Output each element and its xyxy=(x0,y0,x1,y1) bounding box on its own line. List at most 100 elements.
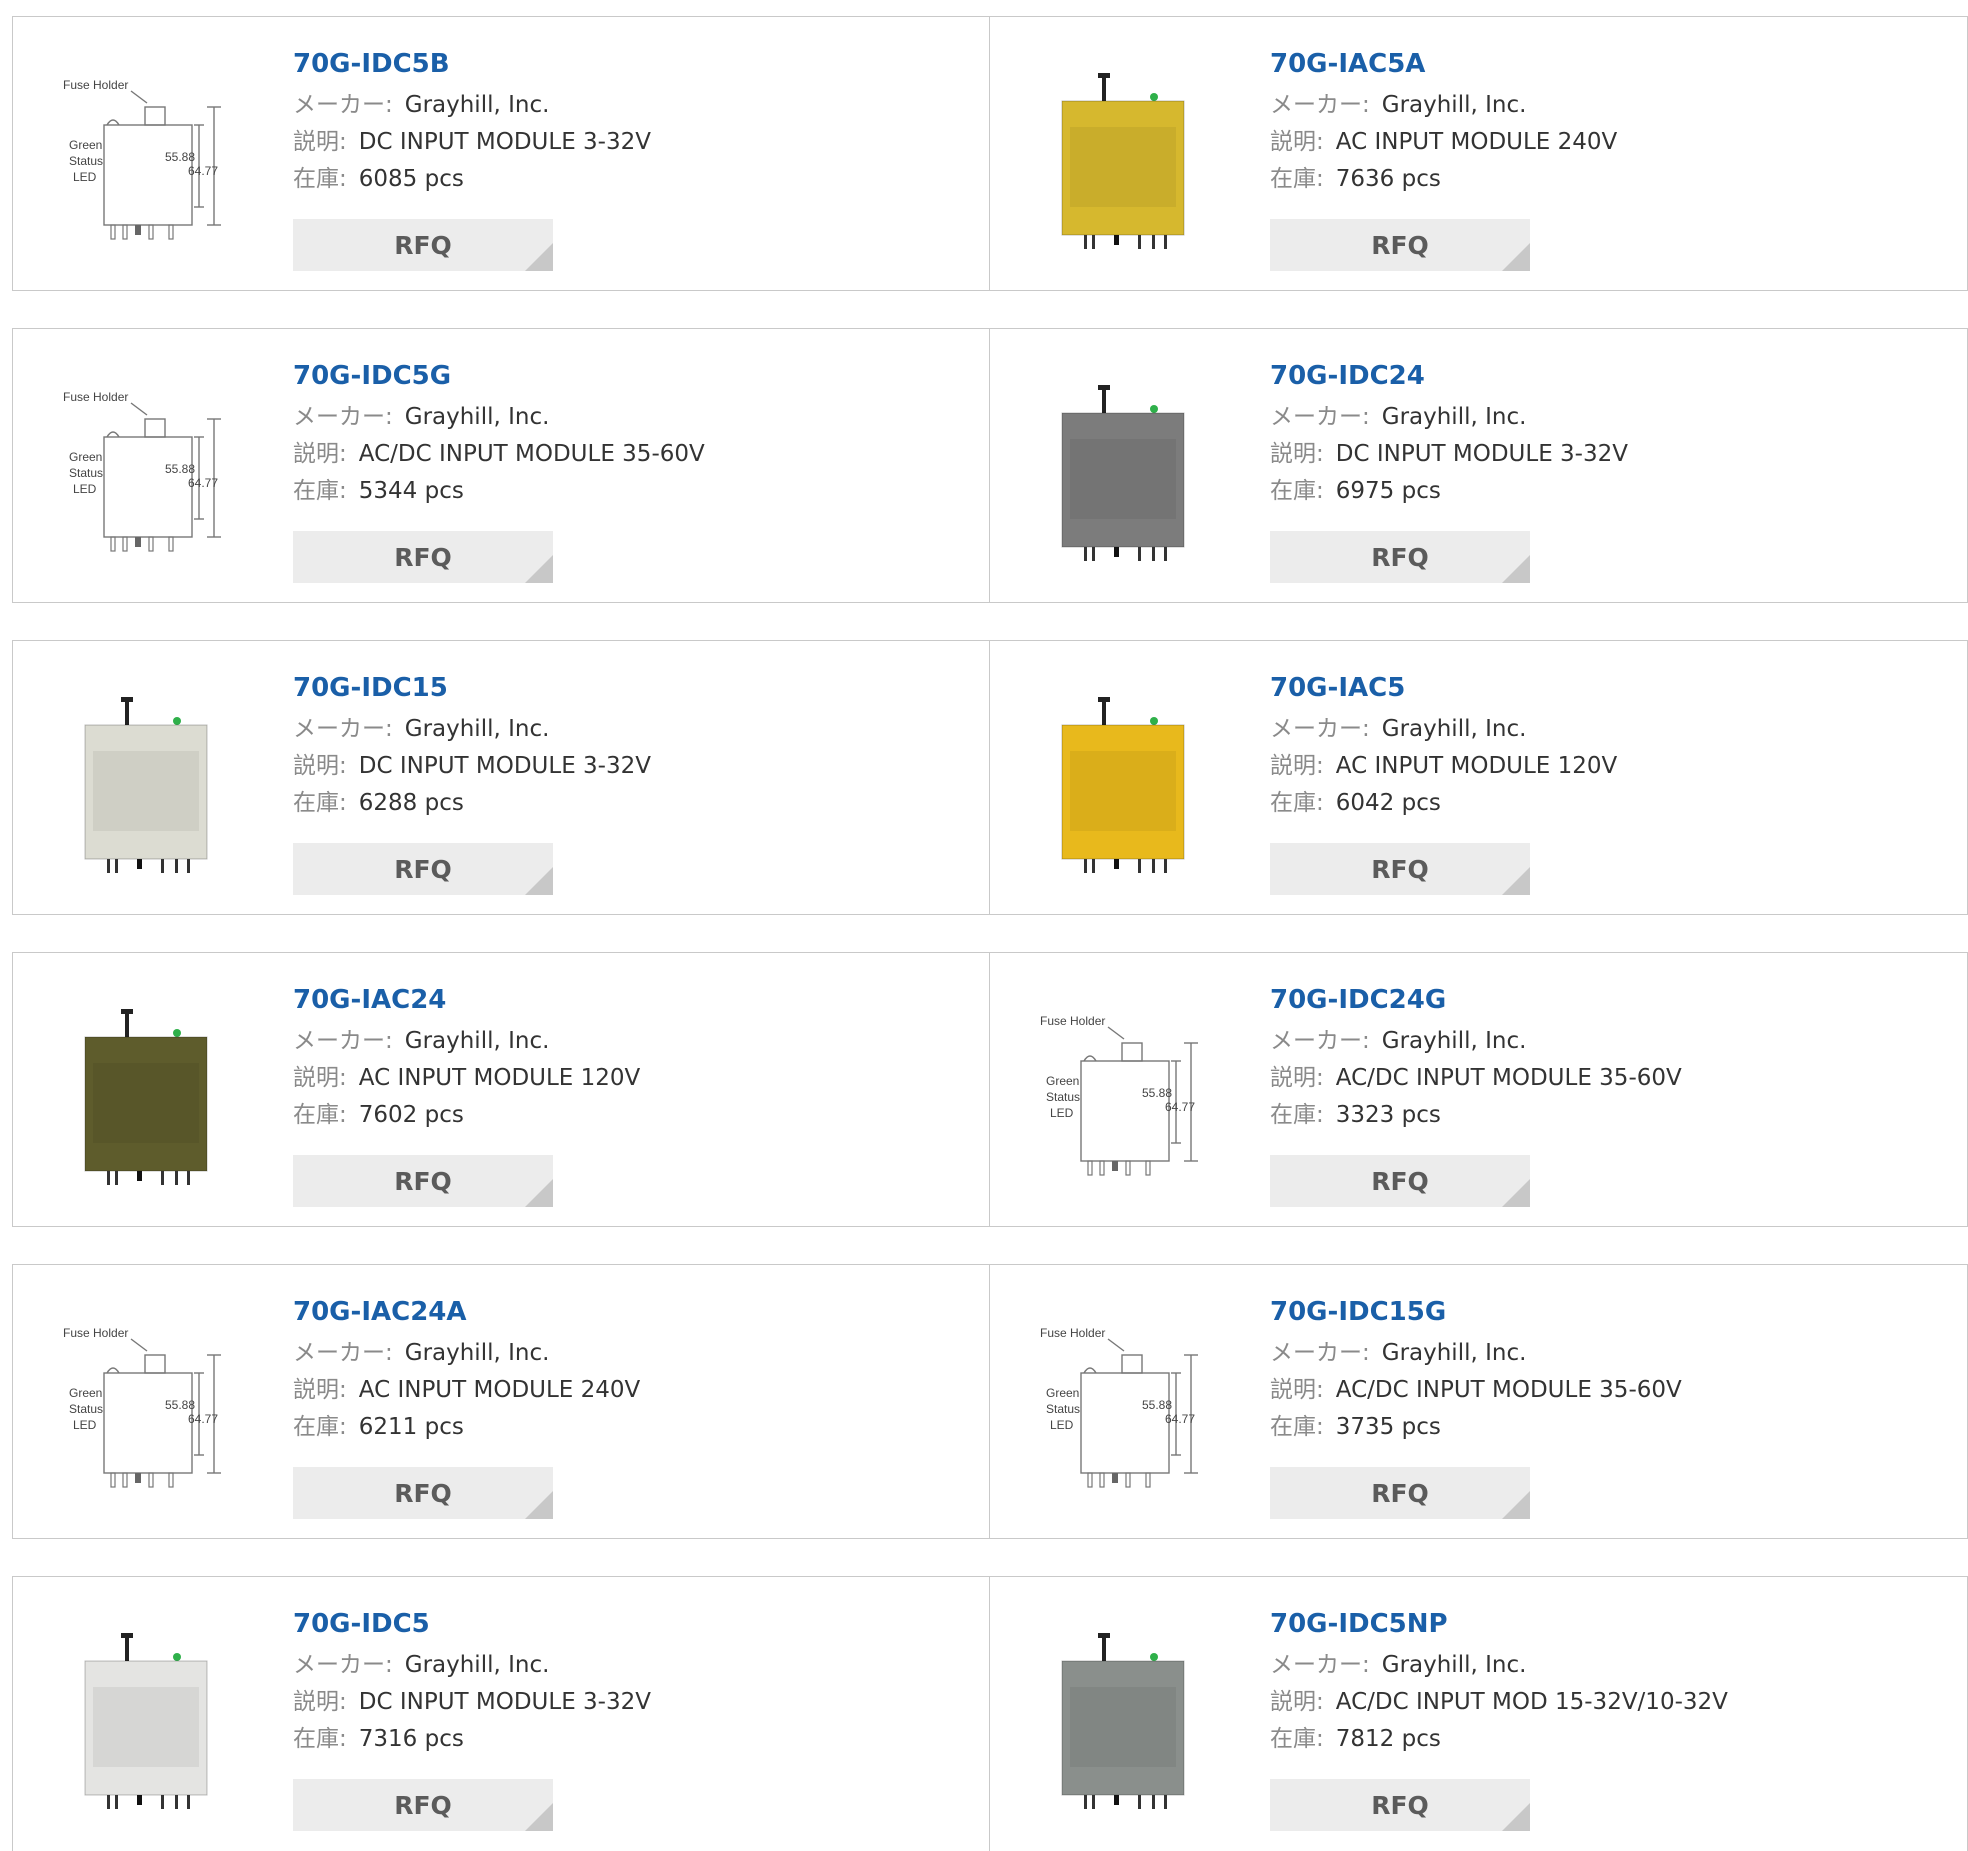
description-value: AC/DC INPUT MODULE 35-60V xyxy=(358,441,705,467)
product-info: 70G-IAC5 メーカー: Grayhill, Inc. 説明: AC INPUT… xyxy=(1270,671,1947,822)
product-image[interactable] xyxy=(1026,57,1226,257)
fuse-cap xyxy=(121,1009,133,1014)
part-number-link[interactable]: 70G-IAC24 xyxy=(293,983,969,1017)
diagram-label: LED xyxy=(1050,1106,1074,1120)
stock-value: 6211 pcs xyxy=(358,1414,464,1440)
stock-label: 在庫: xyxy=(1270,478,1324,504)
part-number-link[interactable]: 70G-IDC15G xyxy=(1270,1295,1947,1329)
module-label-area xyxy=(1070,751,1176,831)
diagram-label: 55.88 xyxy=(1142,1086,1172,1100)
product-image[interactable]: Fuse Holder Green Status LED 55.88 64.77 xyxy=(1026,993,1226,1193)
product-image[interactable]: Fuse Holder Green Status LED 55.88 64.77 xyxy=(1026,1305,1226,1505)
product-info: 70G-IDC5B メーカー: Grayhill, Inc. 説明: DC INPU… xyxy=(293,47,969,198)
diagram-icon: Fuse Holder Green Status LED 55.8864.77 xyxy=(49,57,249,257)
product-image[interactable]: Fuse Holder Green Status LED 55.88 64.77 xyxy=(49,369,249,569)
part-number-link[interactable]: 70G-IDC15 xyxy=(293,671,969,705)
rfq-button[interactable]: RFQ xyxy=(293,1467,553,1519)
pin xyxy=(1152,859,1155,873)
maker-row: メーカー: Grayhill, Inc. xyxy=(293,87,969,124)
rfq-button[interactable]: RFQ xyxy=(293,219,553,271)
fuse-cap xyxy=(121,1633,133,1638)
part-number-link[interactable]: 70G-IAC5 xyxy=(1270,671,1947,705)
maker-label: メーカー: xyxy=(1270,92,1370,118)
product-info: 70G-IDC24 メーカー: Grayhill, Inc. 説明: DC INPU… xyxy=(1270,359,1947,510)
stock-value: 6975 pcs xyxy=(1335,478,1441,504)
product-info: 70G-IDC15G メーカー: Grayhill, Inc. 説明: AC/DC … xyxy=(1270,1295,1947,1446)
diagram-label: Fuse Holder xyxy=(1040,1326,1105,1340)
description-label: 説明: xyxy=(293,1377,347,1403)
part-number-link[interactable]: 70G-IAC24A xyxy=(293,1295,969,1329)
product-card: 70G-IDC24 メーカー: Grayhill, Inc. 説明: DC INPU… xyxy=(990,328,1968,603)
diagram-label: 64.77 xyxy=(1165,1412,1195,1426)
part-number-link[interactable]: 70G-IDC24G xyxy=(1270,983,1947,1017)
diagram-label: 64.77 xyxy=(188,1412,218,1426)
stock-row: 在庫: 3323 pcs xyxy=(1270,1097,1947,1134)
module-label-area xyxy=(1070,439,1176,519)
pin xyxy=(187,1171,190,1185)
product-image[interactable]: Fuse Holder Green Status LED 55.88 64.77 xyxy=(49,1305,249,1505)
rfq-button[interactable]: RFQ xyxy=(1270,219,1530,271)
rfq-button[interactable]: RFQ xyxy=(293,843,553,895)
maker-value: Grayhill, Inc. xyxy=(1381,404,1527,430)
rfq-button[interactable]: RFQ xyxy=(293,531,553,583)
pin xyxy=(1084,235,1087,249)
maker-row: メーカー: Grayhill, Inc. xyxy=(1270,1647,1947,1684)
pin xyxy=(1164,547,1167,561)
rfq-button[interactable]: RFQ xyxy=(1270,843,1530,895)
rfq-button[interactable]: RFQ xyxy=(1270,1155,1530,1207)
product-image[interactable] xyxy=(1026,369,1226,569)
pin xyxy=(187,1795,190,1809)
description-value: AC INPUT MODULE 120V xyxy=(358,1065,641,1091)
maker-value: Grayhill, Inc. xyxy=(404,1652,550,1678)
diagram-label: 64.77 xyxy=(188,476,218,490)
maker-label: メーカー: xyxy=(1270,404,1370,430)
product-image[interactable] xyxy=(1026,1617,1226,1817)
fuse-cap xyxy=(121,697,133,702)
stock-label: 在庫: xyxy=(293,1414,347,1440)
pin xyxy=(1092,859,1095,873)
pin xyxy=(1114,547,1119,557)
pin xyxy=(137,859,142,869)
product-image[interactable]: Fuse Holder Green Status LED 55.88 64.77 xyxy=(49,57,249,257)
maker-row: メーカー: Grayhill, Inc. xyxy=(293,711,969,748)
part-number-link[interactable]: 70G-IDC5G xyxy=(293,359,969,393)
stock-label: 在庫: xyxy=(293,166,347,192)
led-dot xyxy=(173,1029,181,1037)
product-image[interactable] xyxy=(1026,681,1226,881)
rfq-button[interactable]: RFQ xyxy=(293,1155,553,1207)
maker-row: メーカー: Grayhill, Inc. xyxy=(1270,1023,1947,1060)
product-info: 70G-IAC24 メーカー: Grayhill, Inc. 説明: AC INPU… xyxy=(293,983,969,1134)
stock-row: 在庫: 5344 pcs xyxy=(293,473,969,510)
description-value: AC/DC INPUT MOD 15-32V/10-32V xyxy=(1335,1689,1728,1715)
maker-value: Grayhill, Inc. xyxy=(1381,1028,1527,1054)
maker-label: メーカー: xyxy=(1270,716,1370,742)
pin xyxy=(137,1171,142,1181)
fuse-cap xyxy=(1098,385,1110,390)
diagram-label: Status xyxy=(69,466,103,480)
stock-label: 在庫: xyxy=(1270,790,1324,816)
part-number-link[interactable]: 70G-IDC5B xyxy=(293,47,969,81)
stock-value: 5344 pcs xyxy=(358,478,464,504)
diagram-label: Status xyxy=(69,1402,103,1416)
fuse-cap xyxy=(1098,73,1110,78)
description-label: 説明: xyxy=(1270,441,1324,467)
rfq-button[interactable]: RFQ xyxy=(293,1779,553,1831)
pin xyxy=(107,1171,110,1185)
module-icon xyxy=(1026,57,1226,257)
diagram-label: LED xyxy=(73,1418,97,1432)
product-image[interactable] xyxy=(49,681,249,881)
rfq-button[interactable]: RFQ xyxy=(1270,1467,1530,1519)
description-row: 説明: DC INPUT MODULE 3-32V xyxy=(293,748,969,785)
part-number-link[interactable]: 70G-IDC24 xyxy=(1270,359,1947,393)
part-number-link[interactable]: 70G-IDC5 xyxy=(293,1607,969,1641)
rfq-button[interactable]: RFQ xyxy=(1270,1779,1530,1831)
stock-value: 6288 pcs xyxy=(358,790,464,816)
part-number-link[interactable]: 70G-IAC5A xyxy=(1270,47,1947,81)
product-image[interactable] xyxy=(49,993,249,1193)
rfq-button[interactable]: RFQ xyxy=(1270,531,1530,583)
maker-label: メーカー: xyxy=(293,404,393,430)
stock-label: 在庫: xyxy=(293,1726,347,1752)
description-value: AC INPUT MODULE 120V xyxy=(1335,753,1618,779)
part-number-link[interactable]: 70G-IDC5NP xyxy=(1270,1607,1947,1641)
product-image[interactable] xyxy=(49,1617,249,1817)
